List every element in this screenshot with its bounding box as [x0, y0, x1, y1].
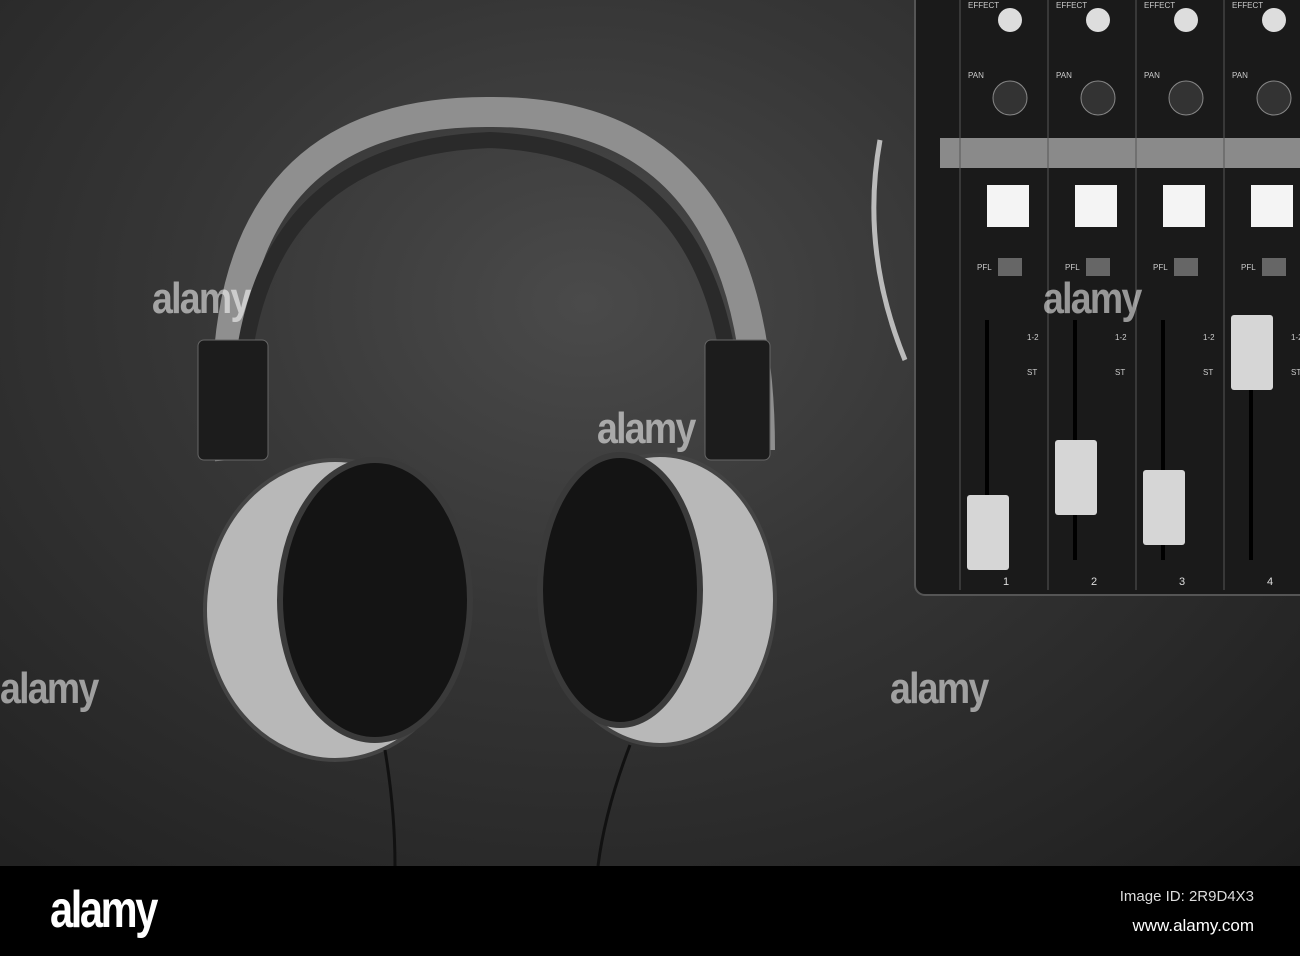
pan-knob — [1256, 80, 1292, 116]
pan-knob — [1080, 80, 1116, 116]
mixer-cable — [871, 139, 908, 361]
channel-number: 1 — [1003, 576, 1009, 588]
pfl-button — [1262, 258, 1286, 276]
bus-label: 1-2 — [1291, 333, 1300, 342]
stereo-label: ST — [1203, 368, 1213, 377]
pan-knob — [1168, 80, 1204, 116]
effect-knob — [1262, 8, 1286, 32]
pan-knob — [992, 80, 1028, 116]
photo: EFFECT PAN PFL 1-2 ST 1 EFFECT PAN PFL 1-2 ST 2 EFFE… — [0, 0, 1300, 866]
fader-cap — [967, 495, 1009, 570]
fader-cap — [1231, 315, 1273, 390]
effect-label: EFFECT — [1144, 1, 1175, 10]
watermark: alamy — [152, 274, 251, 323]
pfl-label: PFL — [1153, 263, 1168, 272]
effect-knob — [1174, 8, 1198, 32]
pfl-label: PFL — [1065, 263, 1080, 272]
pfl-label: PFL — [1241, 263, 1256, 272]
channel-led — [1075, 185, 1117, 227]
bus-label: 1-2 — [1115, 333, 1127, 342]
bus-label: 1-2 — [1027, 333, 1039, 342]
bus-label: 1-2 — [1203, 333, 1215, 342]
channel-number: 2 — [1091, 576, 1097, 588]
pan-label: PAN — [1056, 71, 1072, 80]
fader-cap — [1055, 440, 1097, 515]
channel-led — [987, 185, 1029, 227]
pfl-button — [998, 258, 1022, 276]
watermark: alamy — [597, 404, 696, 453]
stereo-label: ST — [1027, 368, 1037, 377]
pan-label: PAN — [968, 71, 984, 80]
alamy-logo: alamy — [50, 881, 158, 939]
fader-cap — [1143, 470, 1185, 545]
effect-label: EFFECT — [968, 1, 999, 10]
pfl-button — [1174, 258, 1198, 276]
channel-number: 4 — [1267, 576, 1273, 588]
stereo-label: ST — [1291, 368, 1300, 377]
headphones — [197, 96, 777, 866]
effect-label: EFFECT — [1232, 1, 1263, 10]
stereo-label: ST — [1115, 368, 1125, 377]
channel-led — [1251, 185, 1293, 227]
effect-label: EFFECT — [1056, 1, 1087, 10]
channel-led — [1163, 185, 1205, 227]
effect-knob — [998, 8, 1022, 32]
website-link: www.alamy.com — [1132, 916, 1254, 935]
watermark: alamy — [1043, 274, 1142, 323]
pan-label: PAN — [1232, 71, 1248, 80]
watermark: alamy — [890, 664, 989, 713]
pfl-label: PFL — [977, 263, 992, 272]
image-id: Image ID: 2R9D4X3 — [1119, 888, 1254, 905]
watermark: alamy — [0, 664, 99, 713]
pan-label: PAN — [1144, 71, 1160, 80]
footer-bar: alamy Image ID: 2R9D4X3 www.alamy.com — [0, 866, 1300, 956]
channel-number: 3 — [1179, 576, 1185, 588]
effect-knob — [1086, 8, 1110, 32]
